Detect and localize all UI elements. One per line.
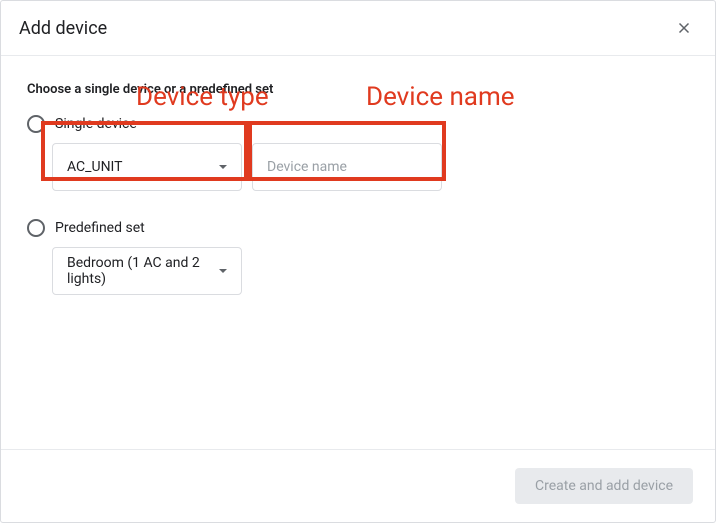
predefined-set-option: Predefined set <box>27 219 689 237</box>
device-type-select[interactable]: AC_UNIT <box>52 143 242 191</box>
single-device-option: Single device <box>27 115 689 133</box>
device-name-input[interactable] <box>252 143 442 191</box>
device-type-value: AC_UNIT <box>67 159 123 175</box>
chevron-down-icon <box>219 165 227 169</box>
dialog-title: Add device <box>19 18 107 39</box>
add-device-dialog: Add device Choose a single device or a p… <box>0 0 716 523</box>
predefined-set-radio[interactable] <box>27 219 45 237</box>
section-label: Choose a single device or a predefined s… <box>27 82 689 97</box>
close-button[interactable] <box>671 15 697 41</box>
single-device-radio[interactable] <box>27 115 45 133</box>
dialog-body: Choose a single device or a predefined s… <box>1 56 715 449</box>
chevron-down-icon <box>219 269 227 273</box>
dialog-header: Add device <box>1 1 715 56</box>
single-device-label: Single device <box>55 116 137 132</box>
predefined-set-value: Bedroom (1 AC and 2 lights) <box>67 255 219 287</box>
predefined-set-select[interactable]: Bedroom (1 AC and 2 lights) <box>52 247 242 295</box>
predefined-set-label: Predefined set <box>55 220 145 236</box>
create-and-add-button[interactable]: Create and add device <box>515 468 693 504</box>
dialog-footer: Create and add device <box>1 449 715 522</box>
close-icon <box>675 19 693 37</box>
predefined-set-fields: Bedroom (1 AC and 2 lights) <box>52 247 689 295</box>
single-device-fields: AC_UNIT <box>52 143 689 191</box>
